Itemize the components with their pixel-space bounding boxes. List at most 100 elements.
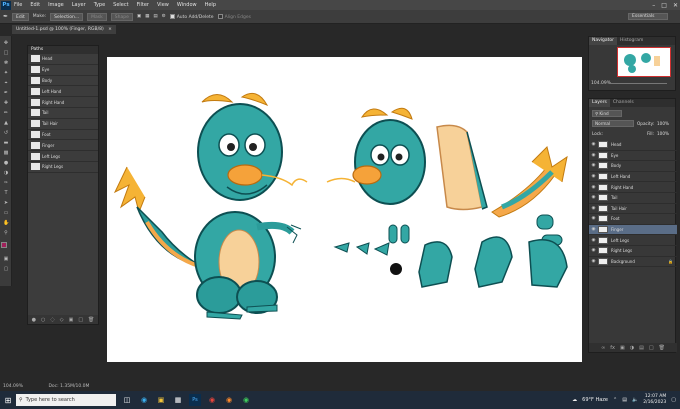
document-canvas[interactable] [107,57,582,362]
type-tool-icon[interactable]: T [3,190,9,196]
layer-row[interactable]: ◉ Foot [589,214,677,225]
pen-tool-icon[interactable]: ✒ [3,13,8,20]
visibility-eye-icon[interactable]: ◉ [589,248,598,253]
hand-tool-icon[interactable]: ✋ [3,220,9,226]
navigator-thumbnail[interactable] [617,47,671,77]
layer-row[interactable]: ◉ Right Hand [589,182,677,193]
add-mask-icon[interactable]: ▣ [69,317,74,323]
path-item[interactable]: Tail Hair [28,119,98,130]
eyedropper-tool-icon[interactable]: ✒ [3,90,9,96]
path-arrange-icon[interactable]: ▤ [153,14,157,19]
taskbar-clock[interactable]: 12:07 AM 2/16/2023 [643,394,666,406]
path-item[interactable]: Tail [28,108,98,119]
auto-add-delete-checkbox[interactable]: Auto Add/Delete [169,13,214,20]
photoshop-taskbar-icon[interactable]: Ps [189,394,201,406]
foreground-color-swatch[interactable] [1,242,7,248]
tray-chevron-icon[interactable]: ⌃ [613,397,617,403]
eraser-tool-icon[interactable]: ▬ [3,140,9,146]
weather-icon[interactable]: ☁ [572,397,577,403]
menu-view[interactable]: View [157,2,169,8]
layer-row[interactable]: ◉ Background 🔒 [589,257,677,268]
stroke-path-icon[interactable]: ○ [41,317,45,323]
settings-gear-icon[interactable]: ⚙ [162,14,166,19]
layer-row[interactable]: ◉ Body [589,161,677,172]
filter-kind-select[interactable]: ⚲ Kind [592,110,622,117]
screen-mode-icon[interactable]: ▢ [3,266,9,272]
workspace-select[interactable]: Essentials [628,13,668,20]
path-item[interactable]: Eye [28,65,98,76]
load-selection-icon[interactable]: ◌ [50,317,54,323]
new-layer-icon[interactable]: □ [649,345,654,351]
chrome-icon[interactable]: ◉ [206,394,218,406]
new-group-icon[interactable]: ▤ [639,345,644,351]
quick-mask-icon[interactable]: ▣ [3,256,9,262]
layer-row[interactable]: ◉ Right Legs [589,246,677,257]
quick-select-tool-icon[interactable]: ✦ [3,70,9,76]
path-align-icon[interactable]: ▦ [145,14,149,19]
layer-row[interactable]: ◉ Head [589,140,677,151]
lasso-tool-icon[interactable]: ❃ [3,60,9,66]
menu-filter[interactable]: Filter [137,2,149,8]
firefox-icon[interactable]: ◉ [223,394,235,406]
layer-row[interactable]: ◉ Tail [589,193,677,204]
path-item[interactable]: Foot [28,130,98,141]
menu-file[interactable]: File [14,2,22,8]
visibility-eye-icon[interactable]: ◉ [589,153,598,158]
minimize-icon[interactable]: – [652,2,655,9]
visibility-eye-icon[interactable]: ◉ [589,216,598,221]
menu-edit[interactable]: Edit [30,2,40,8]
shape-tool-icon[interactable]: ▭ [3,210,9,216]
menu-image[interactable]: Image [48,2,64,8]
layer-row[interactable]: ◉ Eye [589,151,677,162]
layer-row[interactable]: ◉ Left Legs [589,235,677,246]
fill-path-icon[interactable]: ● [32,317,36,323]
path-select-tool-icon[interactable]: ➤ [3,200,9,206]
visibility-eye-icon[interactable]: ◉ [589,238,598,243]
crop-tool-icon[interactable]: ⌖ [3,80,9,86]
maximize-icon[interactable]: □ [661,2,667,9]
visibility-eye-icon[interactable]: ◉ [589,174,598,179]
menu-help[interactable]: Help [205,2,216,8]
visibility-eye-icon[interactable]: ◉ [589,185,598,190]
task-view-icon[interactable]: ◫ [121,394,133,406]
align-edges-checkbox[interactable]: Align Edges [217,13,251,20]
navigator-zoom-slider[interactable] [611,83,667,84]
menu-type[interactable]: Type [94,2,105,8]
path-item[interactable]: Right Legs [28,162,98,173]
healing-tool-icon[interactable]: ✚ [3,100,9,106]
visibility-eye-icon[interactable]: ◉ [589,227,598,232]
layer-row[interactable]: ◉ Tail Hair [589,204,677,215]
file-explorer-icon[interactable]: ▣ [155,394,167,406]
close-icon[interactable]: ✕ [673,2,678,9]
edge-icon[interactable]: ◉ [138,394,150,406]
notifications-icon[interactable]: ▢ [671,397,676,403]
tab-navigator[interactable]: Navigator [589,37,618,45]
layer-style-icon[interactable]: fx [610,345,615,351]
gradient-tool-icon[interactable]: ▩ [3,150,9,156]
zoom-level[interactable]: 104.09% [3,384,23,389]
history-brush-tool-icon[interactable]: ↺ [3,130,9,136]
move-tool-icon[interactable]: ✥ [3,40,9,46]
windows-start-icon[interactable]: ⊞ [0,391,16,409]
layer-mask-icon[interactable]: ▣ [620,345,625,351]
tab-layers[interactable]: Layers [589,99,610,107]
make-work-path-icon[interactable]: ◇ [60,317,64,323]
path-item[interactable]: Finger [28,140,98,152]
path-ops-icon[interactable]: ▣ [137,14,141,19]
delete-path-icon[interactable]: 🗑 [88,317,94,323]
path-item[interactable]: Head [28,54,98,65]
network-icon[interactable]: ▤ [622,397,627,403]
layer-row[interactable]: ◉ Finger [589,224,677,236]
visibility-eye-icon[interactable]: ◉ [589,206,598,211]
weather-text[interactable]: 69°F Haze [582,397,608,403]
shape-button[interactable]: Shape [110,12,133,21]
blur-tool-icon[interactable]: ● [3,160,9,166]
tab-histogram[interactable]: Histogram [617,37,646,45]
adjustment-layer-icon[interactable]: ◑ [630,345,634,351]
visibility-eye-icon[interactable]: ◉ [589,259,598,264]
brush-tool-icon[interactable]: ✏ [3,110,9,116]
volume-icon[interactable]: 🔈 [632,397,638,403]
blend-mode-select[interactable]: Normal [592,120,634,127]
menu-layer[interactable]: Layer [72,2,86,8]
menu-select[interactable]: Select [113,2,128,8]
